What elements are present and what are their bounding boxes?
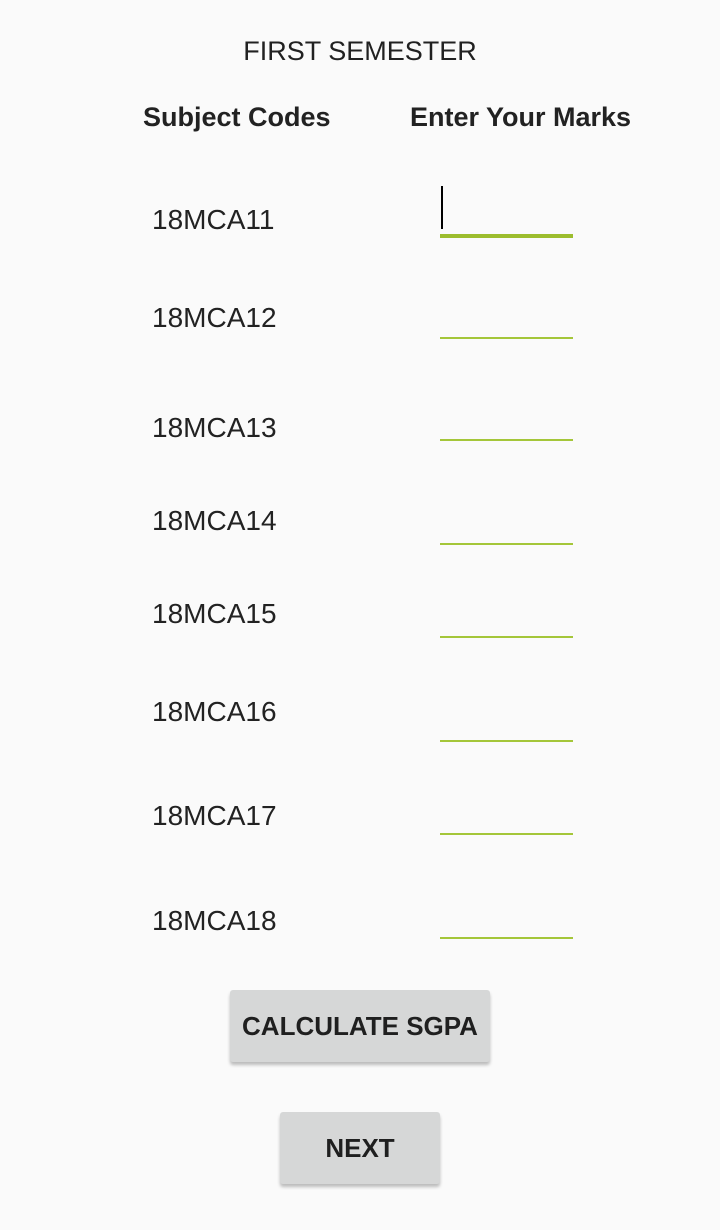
calculate-sgpa-button[interactable]: CALCULATE SGPA [230, 990, 490, 1062]
next-button[interactable]: NEXT [280, 1112, 440, 1184]
subject-code-label: 18MCA12 [152, 302, 277, 333]
marks-input-18mca18[interactable] [440, 897, 573, 939]
subject-code-label: 18MCA17 [152, 800, 277, 831]
marks-input-18mca14[interactable] [440, 503, 573, 545]
marks-input-18mca12[interactable] [440, 297, 573, 339]
marks-input-18mca11[interactable] [440, 194, 573, 238]
marks-input-18mca13[interactable] [440, 399, 573, 441]
subject-code-label: 18MCA14 [152, 505, 277, 536]
page-title: FIRST SEMESTER [243, 36, 477, 66]
enter-marks-header: Enter Your Marks [410, 102, 632, 132]
subject-code-label: 18MCA15 [152, 598, 277, 629]
subject-codes-header: Subject Codes [143, 102, 331, 132]
marks-input-18mca16[interactable] [440, 700, 573, 742]
marks-input-18mca15[interactable] [440, 596, 573, 638]
subject-code-label: 18MCA11 [152, 204, 275, 235]
marks-input-18mca17[interactable] [440, 793, 573, 835]
subject-code-label: 18MCA13 [152, 412, 277, 443]
subject-code-label: 18MCA18 [152, 905, 277, 936]
subject-code-label: 18MCA16 [152, 696, 277, 727]
text-cursor [441, 186, 443, 229]
